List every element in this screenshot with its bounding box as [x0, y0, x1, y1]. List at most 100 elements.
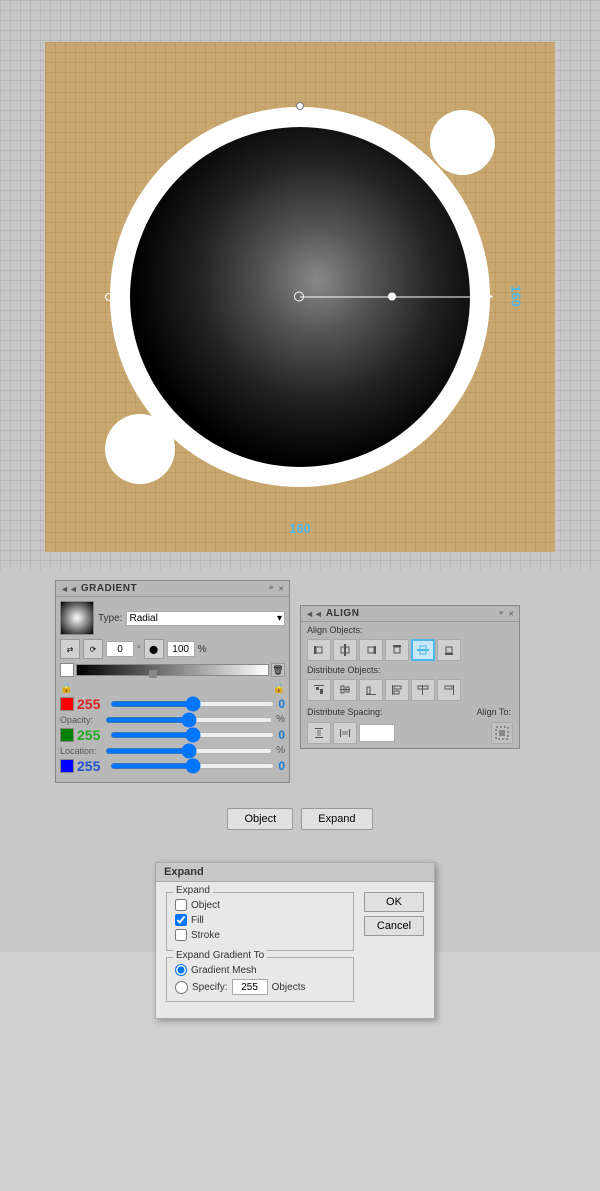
gradient-panel: ◄◄ GRADIENT ≡ ✕ Type: Radial ▾ [55, 580, 290, 783]
align-center-h-btn[interactable] [333, 639, 357, 661]
location-slider[interactable] [105, 748, 273, 754]
dist-bottom-btn[interactable] [359, 679, 383, 701]
angle-icon-btn[interactable]: ⟳ [83, 639, 103, 659]
green-zero: 0 [278, 728, 285, 742]
lock-icon-right[interactable]: 🔒 [273, 683, 285, 694]
gradient-panel-title: GRADIENT [81, 583, 137, 594]
circle-inner-gradient[interactable]: 160 [130, 127, 470, 467]
align-panel-body: Align Objects: [301, 622, 519, 748]
cancel-btn[interactable]: Cancel [364, 916, 424, 936]
blue-value: 255 [77, 758, 107, 774]
gradient-preview-box[interactable] [60, 601, 94, 635]
align-close-btn[interactable]: ✕ [507, 610, 515, 618]
green-slider[interactable] [110, 732, 275, 738]
blue-slider[interactable] [110, 763, 275, 769]
type-label: Type: [98, 613, 122, 624]
gradient-group-box: Expand Gradient To Gradient Mesh Specify… [166, 957, 354, 1002]
specify-radio[interactable] [175, 981, 188, 994]
angle-opacity-row: ⇄ ⟳ ° ⬤ % [60, 639, 285, 659]
ok-btn[interactable]: OK [364, 892, 424, 912]
expand-dialog-right: OK Cancel [364, 892, 424, 1008]
align-left-btn[interactable] [307, 639, 331, 661]
dist-spacing-vert-btn[interactable] [307, 722, 331, 744]
gradient-slider-track[interactable] [76, 664, 269, 676]
opacity-icon-btn[interactable]: ⬤ [144, 639, 164, 659]
gradient-left-swatch[interactable] [60, 663, 74, 677]
gradient-panel-controls: ≡ ✕ [267, 585, 285, 593]
gradient-handle-line[interactable]: 160 [300, 297, 485, 298]
align-objects-label: Align Objects: [303, 624, 517, 636]
type-select[interactable]: Radial ▾ [126, 611, 285, 626]
dist-spacing-horiz-btn[interactable] [333, 722, 357, 744]
label-160-right: 160 [509, 285, 524, 307]
gradient-mid-handle[interactable] [388, 293, 396, 301]
reverse-btn[interactable]: ⇄ [60, 639, 80, 659]
stroke-checkbox-row: Stroke [175, 929, 345, 941]
location-label: Location: [60, 746, 102, 756]
align-panel: ◄◄ ALIGN ≡ ✕ Align Objects: [300, 605, 520, 749]
align-right-btn[interactable] [359, 639, 383, 661]
dist-vcenter-btn[interactable] [333, 679, 357, 701]
expand-group-label: Expand [173, 885, 213, 896]
red-slider[interactable] [110, 701, 275, 707]
gradient-delete-btn[interactable]: 🗑 [271, 663, 285, 677]
align-expand-arrows[interactable]: ◄◄ [305, 609, 323, 619]
opacity-label: Opacity: [60, 715, 102, 725]
dist-top-btn[interactable] [307, 679, 331, 701]
opacity-input[interactable] [167, 641, 195, 657]
circle-outer[interactable]: 160 [110, 107, 490, 487]
object-btn[interactable]: Object [227, 808, 293, 830]
gradient-end-handle[interactable] [485, 292, 493, 302]
align-to-box[interactable] [491, 722, 513, 744]
dist-left-btn[interactable] [385, 679, 409, 701]
object-checkbox[interactable] [175, 899, 187, 911]
red-swatch [60, 697, 74, 711]
expand-dialog: Expand Expand Object Fill Stro [155, 862, 435, 1019]
blue-row: 255 0 [60, 758, 285, 774]
expand-btn[interactable]: Expand [301, 808, 372, 830]
gradient-slider-thumb[interactable] [149, 670, 157, 678]
red-value: 255 [77, 696, 107, 712]
gradient-menu-btn[interactable]: ≡ [267, 585, 275, 593]
spacing-input[interactable] [359, 724, 395, 742]
gradient-close-btn[interactable]: ✕ [277, 585, 285, 593]
lock-icon-left[interactable]: 🔒 [60, 683, 72, 694]
red-zero: 0 [278, 697, 285, 711]
specify-input[interactable] [232, 979, 268, 995]
expand-dialog-title: Expand [156, 863, 434, 882]
fill-checkbox[interactable] [175, 914, 187, 926]
objects-label: Objects [272, 982, 306, 993]
dist-right-btn[interactable] [437, 679, 461, 701]
distribute-objects-label: Distribute Objects: [303, 664, 517, 676]
blue-zero: 0 [278, 759, 285, 773]
align-panel-titlebar: ◄◄ ALIGN ≡ ✕ [301, 606, 519, 622]
align-panel-controls: ≡ ✕ [497, 610, 515, 618]
align-menu-btn[interactable]: ≡ [497, 610, 505, 618]
gradient-start-handle[interactable] [294, 292, 304, 302]
angle-input[interactable] [106, 641, 134, 657]
expand-dialog-wrapper: Expand Expand Object Fill Stro [0, 838, 600, 864]
circle-left-handle[interactable] [105, 293, 113, 301]
dist-hcenter-btn[interactable] [411, 679, 435, 701]
distribute-spacing-align-to-row: Distribute Spacing: Align To: [303, 704, 517, 720]
align-bottom-btn[interactable] [437, 639, 461, 661]
align-top-btn[interactable] [385, 639, 409, 661]
expand-dialog-left: Expand Object Fill Stroke [166, 892, 354, 1008]
circle-top-handle[interactable] [296, 102, 304, 110]
object-expand-toolbar: Object Expand [0, 800, 600, 838]
gradient-mesh-radio[interactable] [175, 964, 187, 976]
gradient-mesh-radio-row: Gradient Mesh [175, 964, 345, 976]
object-checkbox-row: Object [175, 899, 345, 911]
percent-sign: % [276, 714, 285, 725]
fill-checkbox-row: Fill [175, 914, 345, 926]
green-value: 255 [77, 727, 107, 743]
align-objects-row [303, 636, 517, 664]
stroke-checkbox[interactable] [175, 929, 187, 941]
distribute-objects-row [303, 676, 517, 704]
gradient-mesh-label: Gradient Mesh [191, 965, 257, 976]
opacity-slider[interactable] [105, 717, 273, 723]
blue-swatch [60, 759, 74, 773]
green-swatch [60, 728, 74, 742]
gradient-expand-arrows[interactable]: ◄◄ [60, 584, 78, 594]
align-center-v-btn[interactable] [411, 639, 435, 661]
